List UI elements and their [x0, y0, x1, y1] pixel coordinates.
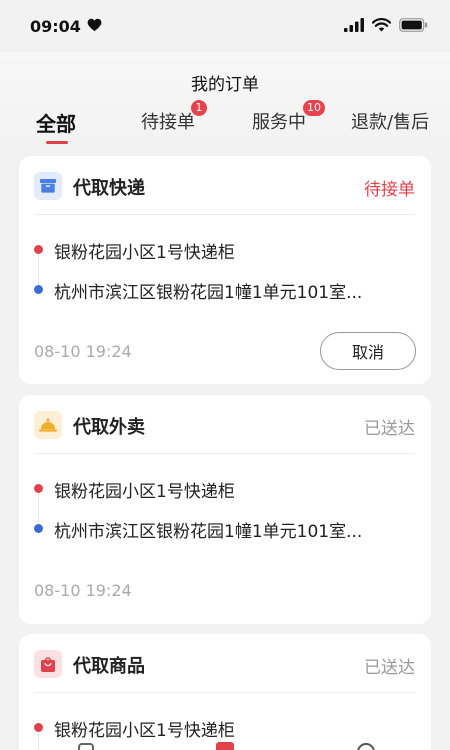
order-status: 待接单 — [364, 180, 415, 200]
pickup-dot-icon — [34, 723, 43, 732]
divider — [34, 692, 415, 693]
page-title: 我的订单 — [191, 75, 259, 95]
status-bar: 09:04 — [0, 0, 450, 52]
pending-count-badge: 1 — [191, 100, 207, 116]
order-tab-icon[interactable] — [216, 742, 234, 750]
pickup-address: 银粉花园小区1号快递柜 — [34, 238, 411, 262]
tab-all[interactable]: 全部 — [36, 108, 76, 137]
order-status: 已送达 — [364, 658, 415, 678]
home-icon[interactable] — [78, 743, 94, 750]
order-card[interactable]: 代取外卖 已送达 银粉花园小区1号快递柜 杭州市滨江区银粉花园1幢1单元101室… — [19, 395, 431, 624]
status-time: 09:04 — [30, 16, 81, 36]
delivery-dot-icon — [34, 524, 43, 533]
order-time: 08-10 19:24 — [34, 581, 132, 600]
status-icons — [344, 17, 428, 36]
pickup-dot-icon — [34, 245, 43, 254]
shopping-bag-icon — [34, 650, 62, 678]
tab-pending[interactable]: 待接单 — [141, 108, 195, 134]
delivery-address: 杭州市滨江区银粉花园1幢1单元101室... — [34, 517, 411, 541]
tab-refund[interactable]: 退款/售后 — [351, 108, 429, 134]
pickup-address: 银粉花园小区1号快递柜 — [34, 477, 411, 501]
order-status: 已送达 — [364, 419, 415, 439]
divider — [34, 453, 415, 454]
order-type: 代取快递 — [73, 178, 145, 199]
pickup-address: 银粉花园小区1号快递柜 — [34, 716, 411, 740]
order-card-header: 代取商品 已送达 — [19, 634, 431, 692]
status-time-group: 09:04 — [30, 17, 102, 36]
delivery-dot-icon — [34, 285, 43, 294]
order-tabs: 全部 待接单 1 服务中 10 退款/售后 — [0, 100, 450, 152]
battery-icon — [399, 17, 428, 36]
order-card-header: 代取快递 待接单 — [19, 156, 431, 214]
cancel-order-button[interactable]: 取消 — [320, 332, 416, 370]
header: 我的订单 全部 待接单 1 服务中 10 退款/售后 — [0, 52, 450, 152]
order-card[interactable]: 代取快递 待接单 银粉花园小区1号快递柜 杭州市滨江区银粉花园1幢1单元101室… — [19, 156, 431, 384]
tab-label: 全部 — [36, 112, 76, 136]
order-time: 08-10 19:24 — [34, 342, 132, 361]
box-icon — [34, 172, 62, 200]
tab-label: 服务中 — [252, 112, 306, 133]
bottom-tab-bar — [0, 742, 450, 750]
order-card-header: 代取外卖 已送达 — [19, 395, 431, 453]
order-card[interactable]: 代取商品 已送达 银粉花园小区1号快递柜 — [19, 634, 431, 750]
tab-label: 待接单 — [141, 112, 195, 133]
heart-icon — [87, 17, 102, 36]
tab-label: 退款/售后 — [351, 112, 430, 133]
in-service-count-badge: 10 — [303, 100, 325, 116]
pickup-dot-icon — [34, 484, 43, 493]
delivery-address: 杭州市滨江区银粉花园1幢1单元101室... — [34, 278, 411, 302]
wifi-icon — [371, 17, 392, 36]
profile-icon[interactable] — [357, 743, 375, 750]
divider — [34, 214, 415, 215]
tab-in-service[interactable]: 服务中 — [252, 108, 306, 134]
food-cover-icon — [34, 411, 62, 439]
order-type: 代取商品 — [73, 656, 145, 677]
signal-icon — [344, 17, 364, 36]
order-type: 代取外卖 — [73, 417, 145, 438]
active-tab-indicator — [46, 141, 68, 144]
